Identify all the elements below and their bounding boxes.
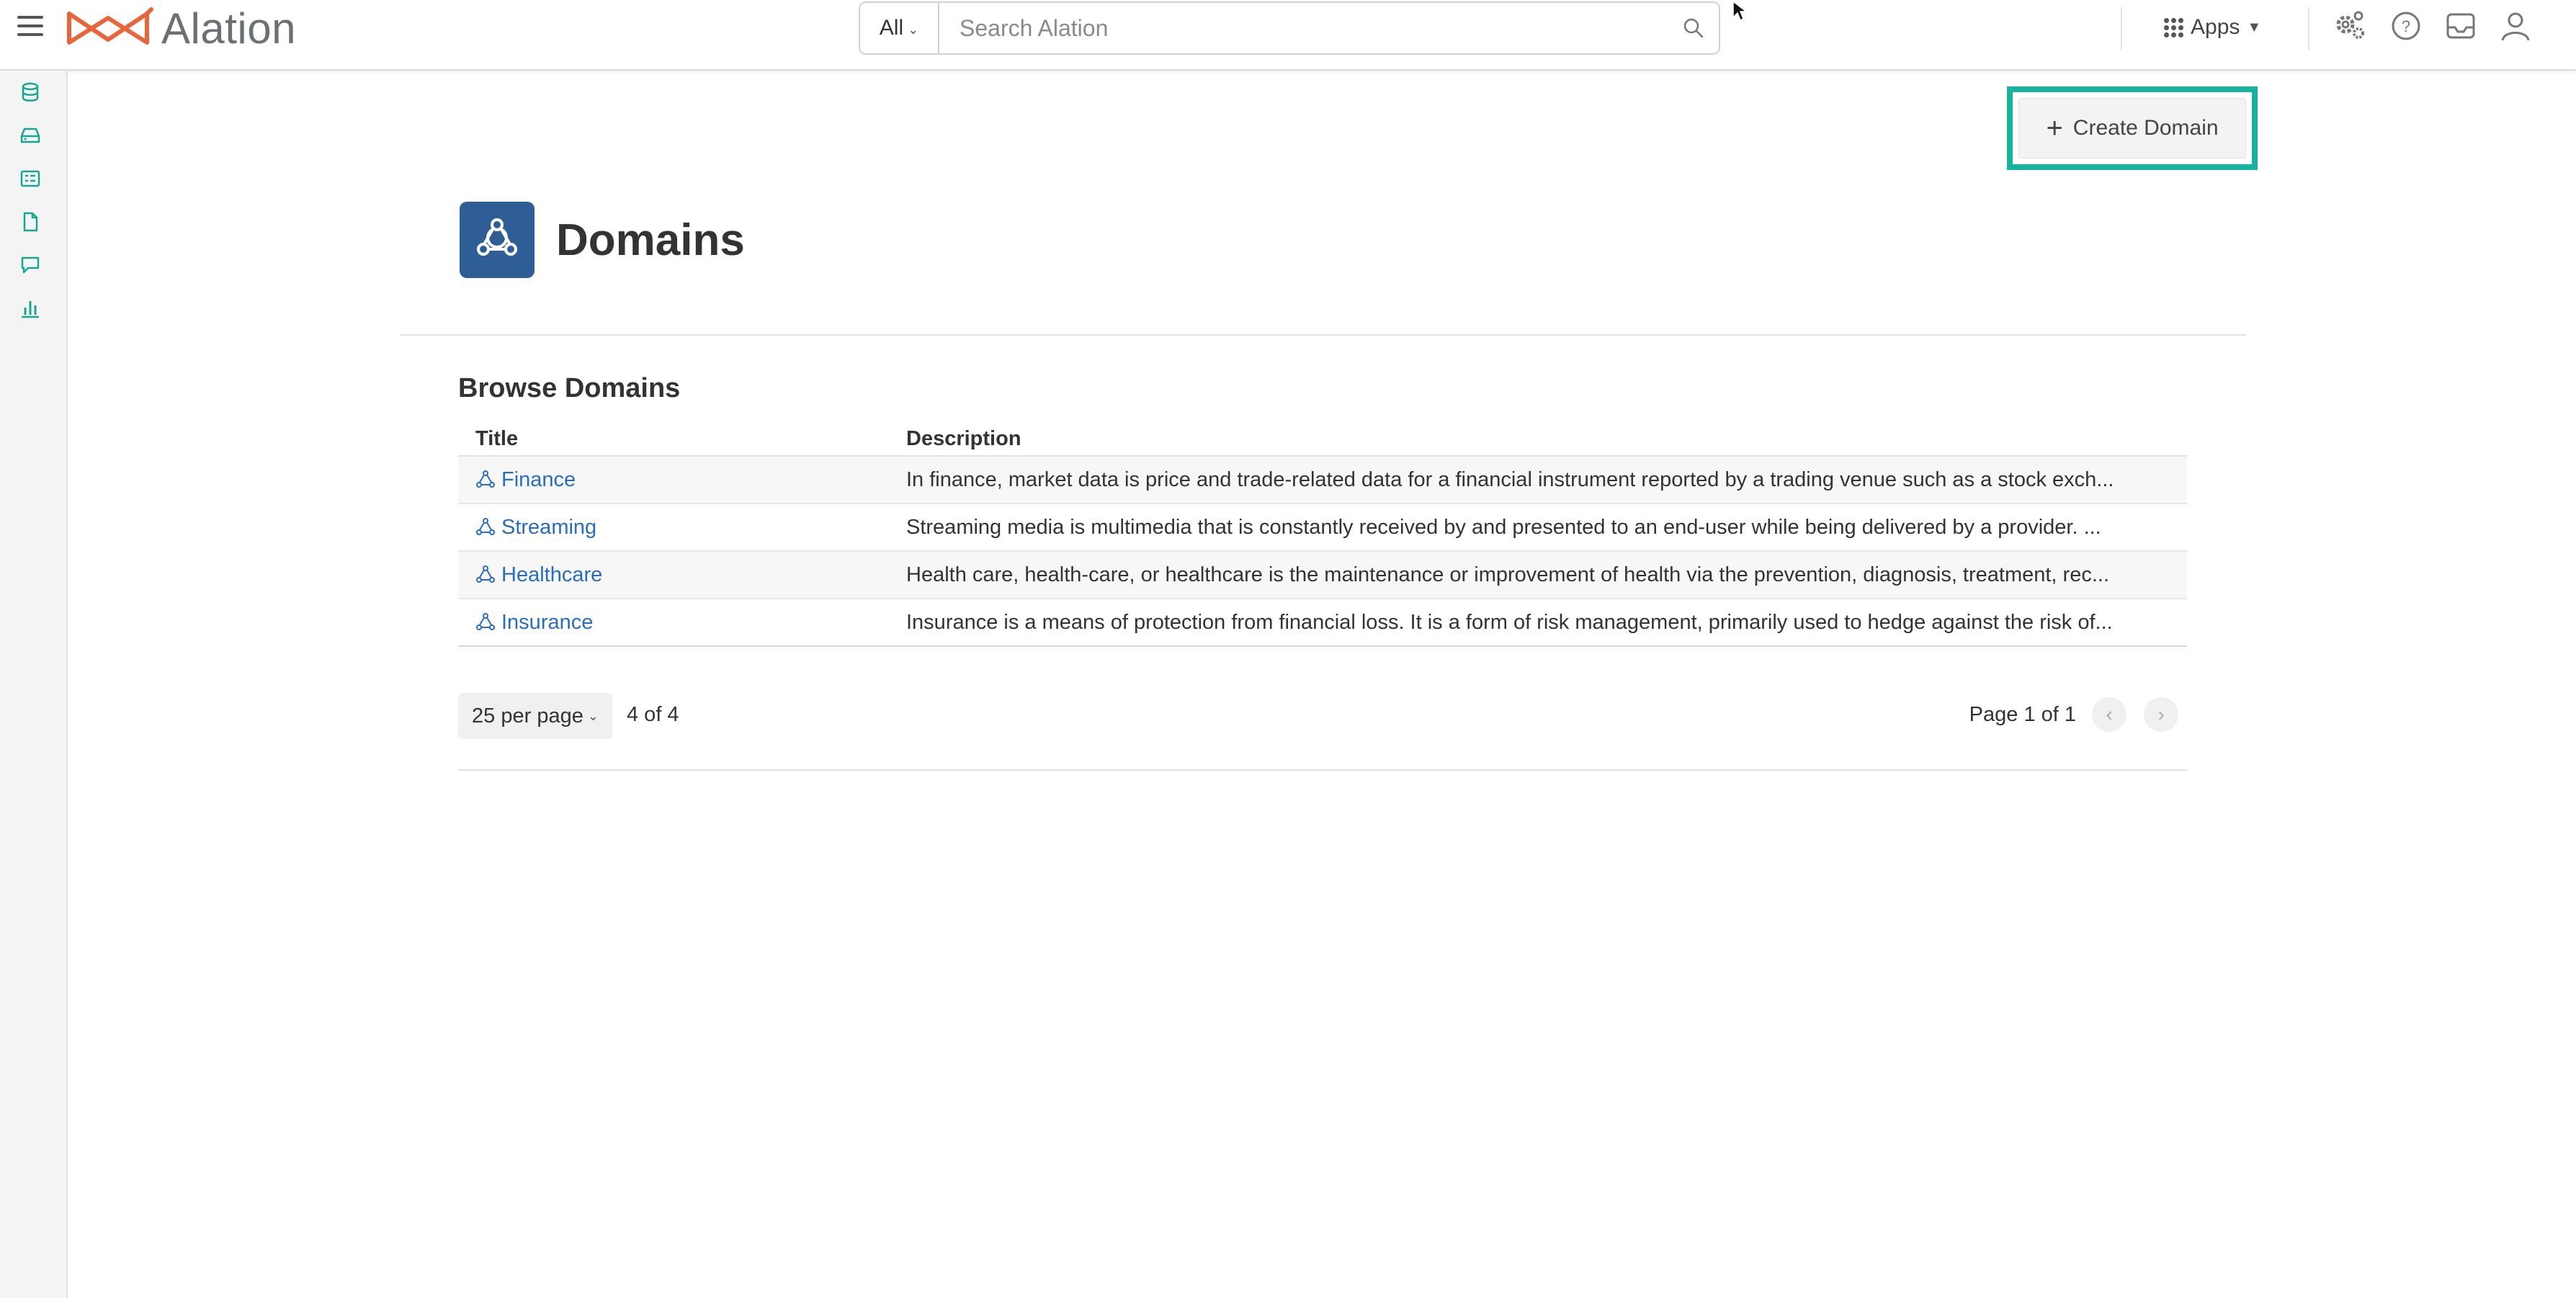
domain-title: Streaming: [501, 515, 597, 539]
search-scope-label: All: [879, 16, 904, 40]
domain-icon: [476, 470, 495, 488]
chevron-left-icon: ‹: [2106, 703, 2113, 725]
document-icon[interactable]: [16, 207, 45, 236]
create-domain-label: Create Domain: [2072, 116, 2219, 140]
domain-description: Insurance is a means of protection from …: [906, 610, 2113, 634]
global-search: All ⌄: [859, 1, 1720, 55]
domain-icon: [476, 565, 495, 583]
alation-logo[interactable]: Alation: [65, 4, 296, 53]
table-row: Streaming Streaming media is multimedia …: [458, 504, 2187, 552]
toolbar-divider: [2308, 7, 2309, 50]
apps-label: Apps: [2191, 15, 2240, 39]
left-sidebar: [0, 71, 68, 1298]
page-title: Domains: [556, 215, 745, 265]
top-nav-bar: Alation All ⌄ Apps ▼: [0, 0, 2576, 71]
domains-icon: [460, 202, 535, 278]
alation-logo-mark: [67, 7, 153, 45]
create-domain-button[interactable]: + Create Domain: [2018, 98, 2246, 158]
column-header-description[interactable]: Description: [906, 427, 2187, 451]
apps-menu-button[interactable]: Apps ▼: [2164, 13, 2261, 42]
domain-title: Insurance: [501, 610, 594, 634]
previous-page-button[interactable]: ‹: [2092, 697, 2126, 732]
bar-chart-icon[interactable]: [16, 294, 45, 323]
pagination-bar: 25 per page ⌄ 4 of 4 Page 1 of 1 ‹ ›: [458, 693, 2187, 740]
page-indicator: Page 1 of 1: [1969, 703, 2076, 726]
svg-text:?: ?: [2402, 17, 2410, 35]
table-row: Healthcare Health care, health-care, or …: [458, 552, 2187, 599]
column-header-title[interactable]: Title: [458, 427, 906, 451]
conversation-icon[interactable]: [16, 251, 45, 279]
menu-icon[interactable]: [17, 16, 43, 37]
storage-icon[interactable]: [16, 121, 45, 150]
logo-text: Alation: [161, 4, 296, 53]
inbox-icon[interactable]: [2442, 7, 2479, 45]
table-row: Finance In finance, market data is price…: [458, 457, 2187, 504]
database-icon[interactable]: [16, 78, 45, 107]
section-title: Browse Domains: [458, 373, 681, 403]
domain-title: Healthcare: [501, 563, 603, 586]
divider: [458, 769, 2187, 771]
domains-table: Title Description Finance In finance, ma…: [458, 422, 2187, 647]
user-icon[interactable]: [2497, 7, 2534, 45]
domain-icon: [476, 518, 495, 535]
search-input[interactable]: [939, 6, 1668, 50]
domain-description: Streaming media is multimedia that is co…: [906, 515, 2101, 539]
chevron-down-icon: ⌄: [587, 708, 599, 723]
settings-icon[interactable]: [2331, 7, 2369, 45]
per-page-label: 25 per page: [472, 704, 583, 728]
domain-icon: [476, 613, 495, 630]
domain-description: Health care, health-care, or healthcare …: [906, 563, 2110, 586]
per-page-dropdown[interactable]: 25 per page ⌄: [458, 693, 612, 739]
table-row: Insurance Insurance is a means of protec…: [458, 599, 2187, 647]
domain-link-healthcare[interactable]: Healthcare: [475, 563, 906, 587]
page-header: Domains: [460, 202, 745, 278]
domain-link-streaming[interactable]: Streaming: [475, 516, 906, 540]
domain-link-insurance[interactable]: Insurance: [475, 611, 906, 635]
caret-down-icon: ▼: [2247, 19, 2262, 35]
result-count: 4 of 4: [627, 703, 679, 726]
mouse-cursor-icon: [1732, 0, 1748, 22]
table-header: Title Description: [458, 422, 2187, 457]
domain-description: In finance, market data is price and tra…: [906, 467, 2114, 491]
help-icon[interactable]: ?: [2387, 7, 2425, 45]
domain-link-finance[interactable]: Finance: [475, 468, 906, 492]
search-scope-dropdown[interactable]: All ⌄: [860, 3, 939, 53]
apps-grid-icon: [2164, 17, 2183, 37]
chevron-down-icon: ⌄: [908, 22, 919, 37]
create-domain-highlight: + Create Domain: [2007, 86, 2258, 170]
search-icon[interactable]: [1668, 3, 1719, 53]
plus-icon: +: [2046, 112, 2063, 144]
catalog-list-icon[interactable]: [16, 164, 45, 193]
toolbar-divider: [2121, 7, 2122, 50]
domain-title: Finance: [501, 467, 576, 491]
next-page-button[interactable]: ›: [2144, 697, 2178, 732]
divider: [401, 334, 2246, 336]
chevron-right-icon: ›: [2157, 703, 2165, 725]
